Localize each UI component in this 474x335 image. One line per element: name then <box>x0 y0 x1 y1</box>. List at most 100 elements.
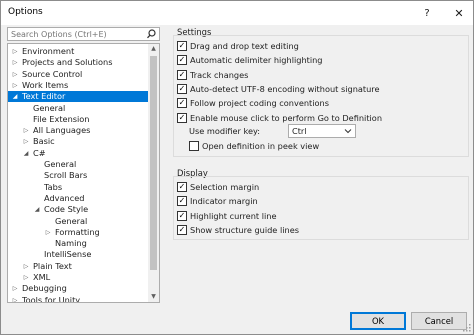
collapsed-arrow-icon[interactable]: ▷ <box>11 69 19 80</box>
option-checkbox[interactable]: ✓ <box>177 69 187 80</box>
tree-item-label: Environment <box>22 46 75 56</box>
tree-item-label: General <box>55 215 88 226</box>
settings-group <box>173 35 469 157</box>
option-label: Follow project coding conventions <box>190 98 329 109</box>
search-input[interactable] <box>8 28 146 40</box>
collapsed-arrow-icon[interactable]: ▷ <box>11 80 19 91</box>
collapsed-arrow-icon[interactable]: ▷ <box>22 272 30 283</box>
tree-item[interactable]: ▷ XML <box>8 272 149 283</box>
scroll-thumb[interactable] <box>150 56 157 270</box>
tree-item-label: Plain Text <box>33 260 72 271</box>
modifier-key-select[interactable]: Ctrl <box>288 124 356 138</box>
chevron-down-icon <box>344 126 352 136</box>
close-button[interactable]: ✕ <box>445 1 473 25</box>
option-checkbox[interactable]: ✓ <box>177 83 187 94</box>
tree-item[interactable]: ▷ Environment <box>8 46 149 57</box>
option-label: Highlight current line <box>190 210 277 221</box>
collapsed-arrow-icon[interactable]: ▷ <box>22 125 30 136</box>
ok-button[interactable]: OK <box>350 312 406 330</box>
option-checkbox[interactable]: ✓ <box>177 224 187 235</box>
tree-item[interactable]: ◢ C# <box>8 148 149 159</box>
option-label: Track changes <box>190 69 249 80</box>
search-box <box>7 27 160 41</box>
tree-item[interactable]: ▷ Work Items <box>8 80 149 91</box>
tree-item-label: Source Control <box>22 68 83 79</box>
collapsed-arrow-icon[interactable]: ▷ <box>11 46 19 57</box>
tree-item-label: Tabs <box>44 181 63 192</box>
option-label: Selection margin <box>190 182 260 192</box>
expanded-arrow-icon[interactable]: ◢ <box>22 148 30 159</box>
expanded-arrow-icon[interactable]: ◢ <box>33 204 41 215</box>
expanded-arrow-icon[interactable]: ◢ <box>11 91 19 102</box>
peek-view-label: Open definition in peek view <box>202 141 320 151</box>
option-checkbox[interactable]: ✓ <box>177 55 187 66</box>
tree-item[interactable]: Tabs <box>8 182 149 193</box>
tree-item[interactable]: File Extension <box>8 114 149 125</box>
tree-item-label: IntelliSense <box>44 249 92 260</box>
tree-item[interactable]: ▷ All Languages <box>8 125 149 136</box>
tree-item-label: Debugging <box>22 283 67 294</box>
tree-item-label: Formatting <box>55 226 100 237</box>
tree-item[interactable]: Advanced <box>8 193 149 204</box>
option-checkbox[interactable]: ✓ <box>177 182 187 192</box>
tree-item-label: C# <box>33 147 46 158</box>
tree-item[interactable]: ▷ Debugging <box>8 283 149 294</box>
tree-scrollbar[interactable]: ▲ ▼ <box>148 44 159 302</box>
tree-item-label: Text Editor <box>22 91 66 102</box>
option-checkbox[interactable]: ✓ <box>177 98 187 109</box>
help-button[interactable]: ? <box>413 1 441 25</box>
help-icon: ? <box>424 7 430 19</box>
option-checkbox[interactable]: ✓ <box>177 210 187 221</box>
tree-item[interactable]: ◢ Code Style <box>8 204 149 215</box>
window-title: Options <box>8 7 43 17</box>
tree-item-label: XML <box>33 272 51 282</box>
option-label: Show structure guide lines <box>190 224 299 235</box>
tree-item[interactable]: General <box>8 159 149 170</box>
title-bar: Options ? ✕ <box>1 1 473 25</box>
tree-list: ▷ Environment ▷ Projects and Solutions ▷ Sour… <box>8 44 149 302</box>
collapsed-arrow-icon[interactable]: ▷ <box>11 295 19 302</box>
resize-grip-icon[interactable] <box>463 324 471 332</box>
tree-item-label: Scroll Bars <box>44 170 88 181</box>
tree-item-label: Advanced <box>44 192 85 203</box>
tree-item-label: Work Items <box>22 79 69 90</box>
option-checkbox[interactable]: ✓ <box>177 196 187 207</box>
tree-item[interactable]: General <box>8 216 149 227</box>
tree-item[interactable]: Scroll Bars <box>8 170 149 181</box>
scroll-up-icon[interactable]: ▲ <box>148 44 159 54</box>
collapsed-arrow-icon[interactable]: ▷ <box>22 261 30 272</box>
tree-item-label: File Extension <box>33 113 90 124</box>
option-checkbox[interactable]: ✓ <box>177 41 187 51</box>
scroll-down-icon[interactable]: ▼ <box>148 292 159 302</box>
option-label: Automatic delimiter highlighting <box>190 55 323 66</box>
tree-item-label: Code Style <box>44 204 89 215</box>
tree-item[interactable]: ▷ Basic <box>8 136 149 147</box>
tree-item[interactable]: ▷ Source Control <box>8 69 149 80</box>
tree-item-label: General <box>44 159 77 169</box>
collapsed-arrow-icon[interactable]: ▷ <box>22 136 30 147</box>
option-label: Auto-detect UTF-8 encoding without signa… <box>190 83 380 94</box>
tree-item[interactable]: ▷ Tools for Unity <box>8 295 149 302</box>
tree-item[interactable]: ▷ Plain Text <box>8 261 149 272</box>
options-dialog: Options ? ✕ ▷Environment▷Projects and So… <box>0 0 474 335</box>
collapsed-arrow-icon[interactable]: ▷ <box>11 57 19 68</box>
tree-item-label: General <box>33 102 66 113</box>
modifier-key-value: Ctrl <box>292 126 307 136</box>
option-checkbox[interactable]: ✓ <box>177 112 187 123</box>
tree-item[interactable]: ▷ Projects and Solutions <box>8 57 149 68</box>
peek-view-checkbox[interactable] <box>189 141 199 151</box>
tree-item-label: Projects and Solutions <box>22 57 113 68</box>
tree-item[interactable]: Naming <box>8 238 149 249</box>
tree-item[interactable]: IntelliSense <box>8 249 149 260</box>
tree-item[interactable]: ◢ Text Editor <box>8 91 149 103</box>
close-icon: ✕ <box>454 6 464 20</box>
option-label: Drag and drop text editing <box>190 41 299 51</box>
option-label: Enable mouse click to perform Go to Defi… <box>190 112 383 123</box>
collapsed-arrow-icon[interactable]: ▷ <box>44 227 52 238</box>
search-icon[interactable] <box>146 28 157 40</box>
tree-item[interactable]: ▷ Formatting <box>8 227 149 238</box>
collapsed-arrow-icon[interactable]: ▷ <box>11 283 19 294</box>
tree-item[interactable]: General <box>8 103 149 114</box>
cancel-button[interactable]: Cancel <box>411 312 467 330</box>
tree-item-label: Basic <box>33 136 55 147</box>
